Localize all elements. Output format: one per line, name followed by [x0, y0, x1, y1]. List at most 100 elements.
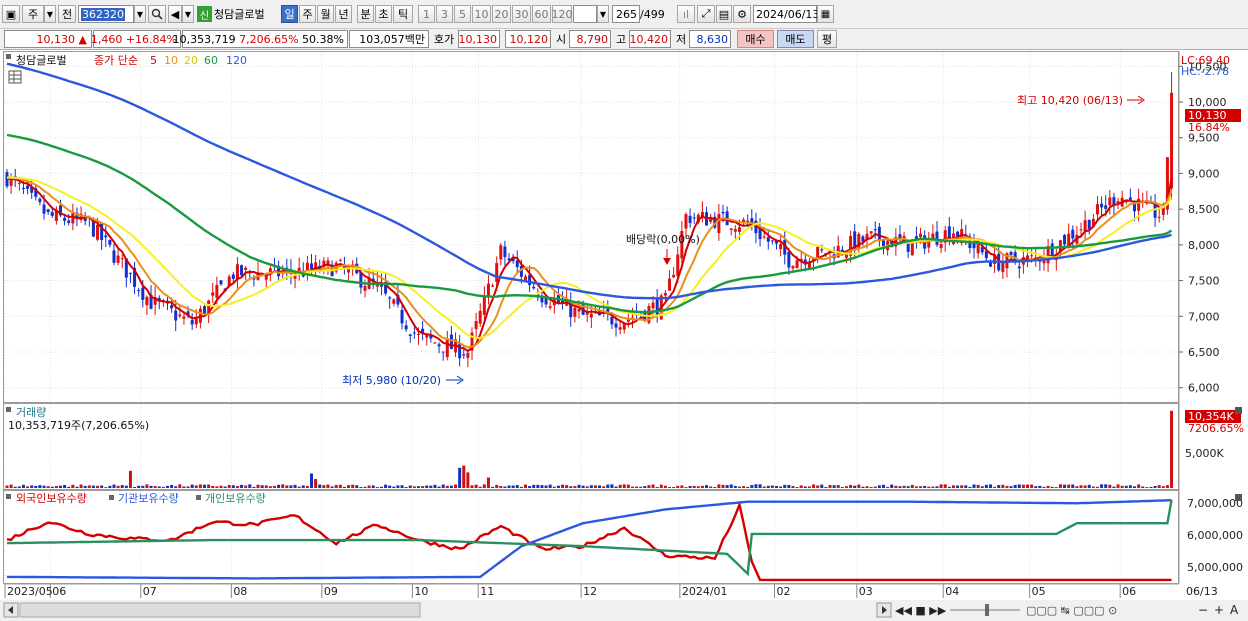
candle-body: [1108, 197, 1112, 206]
min-3[interactable]: 3: [436, 5, 453, 23]
tool-icons[interactable]: ▢▢▢ ↹ ▢▢▢ ⊙: [1026, 604, 1117, 617]
min-120[interactable]: 120: [552, 5, 573, 23]
candle-body: [437, 344, 441, 347]
volume-bar: [1026, 484, 1030, 488]
legend-ma-10: 10: [164, 54, 178, 67]
volume-bar: [894, 485, 898, 488]
high-annotation: 최고 10,420 (06/13): [1017, 94, 1123, 107]
volume-bar: [561, 484, 565, 488]
date-input[interactable]: 2024/06/13: [753, 5, 819, 23]
open-label: 시: [555, 33, 567, 46]
volume-bar: [1141, 486, 1145, 488]
font-size-icon[interactable]: A: [1230, 603, 1239, 617]
volume-bar: [799, 485, 803, 488]
bid-label: 호가: [433, 33, 455, 46]
volume-bar: [602, 486, 606, 488]
holding-tick-7m: 7,000,000: [1187, 497, 1243, 510]
volume-bar: [643, 486, 647, 488]
panel-close-icon[interactable]: [1235, 407, 1242, 414]
custom-period-input[interactable]: [573, 5, 597, 23]
code-dropdown-icon[interactable]: ▼: [134, 5, 146, 23]
date-label: 11: [480, 585, 494, 598]
volume-bar: [548, 484, 552, 488]
period-minute[interactable]: 분: [357, 5, 374, 23]
volume-bar: [1079, 485, 1083, 488]
buy-button[interactable]: 매수: [737, 30, 774, 48]
tab-dropdown-icon[interactable]: ▼: [44, 5, 56, 23]
date-label: 04: [945, 585, 959, 598]
candle-body: [688, 215, 692, 224]
volume-bar: [593, 485, 597, 488]
bid-1[interactable]: 10,130: [458, 30, 500, 48]
period-tick[interactable]: 틱: [393, 5, 413, 23]
candle-body: [503, 246, 507, 258]
min-60[interactable]: 60: [532, 5, 551, 23]
calendar-icon[interactable]: ▦: [817, 5, 834, 23]
volume-bar: [1100, 484, 1104, 488]
volume-bar: [429, 485, 433, 488]
min-20[interactable]: 20: [492, 5, 511, 23]
playback-controls-icon[interactable]: ◀◀ ■ ▶▶: [895, 604, 947, 617]
zoom-in-icon[interactable]: +: [1214, 603, 1224, 617]
count-input[interactable]: 265: [612, 5, 640, 23]
candle-body: [737, 227, 741, 232]
candle-icon[interactable]: ıl: [677, 5, 695, 23]
volume-bar: [252, 486, 256, 488]
candle-body: [231, 274, 235, 279]
scroll-thumb[interactable]: [19, 602, 421, 618]
min-30[interactable]: 30: [512, 5, 531, 23]
custom-period-dropdown-icon[interactable]: ▼: [597, 5, 609, 23]
volume-bar: [149, 485, 153, 488]
volume-bar: [1083, 485, 1087, 488]
speaker-dropdown-icon[interactable]: ▼: [182, 5, 194, 23]
candle-body: [577, 309, 581, 312]
volume-bar: [729, 484, 733, 488]
legend-stock-name: 청담글로벌: [16, 54, 67, 67]
candle-body: [486, 283, 490, 296]
volume-bar: [1149, 486, 1153, 488]
panel-close-icon-2[interactable]: [1235, 494, 1242, 501]
volume-bar: [91, 485, 95, 488]
window-menu-icon[interactable]: ▣: [2, 5, 20, 23]
min-1[interactable]: 1: [418, 5, 435, 23]
volume-bar: [1001, 484, 1005, 488]
period-day[interactable]: 일: [281, 5, 298, 23]
save-icon[interactable]: ▤: [716, 5, 732, 23]
candle-body: [491, 285, 495, 287]
volume-bar: [133, 486, 137, 488]
chart-area[interactable]: 10,500 10,000 9,500 9,000 8,500 8,000 7,500 7,0…: [0, 50, 1248, 621]
candle-body: [1095, 204, 1099, 215]
volume-bar: [1137, 484, 1141, 488]
period-year[interactable]: 년: [335, 5, 352, 23]
volume-bar: [783, 484, 787, 488]
code-input[interactable]: 362320: [78, 5, 134, 23]
up-arrow-icon: ▲: [78, 32, 87, 46]
period-second[interactable]: 초: [375, 5, 392, 23]
speaker-icon[interactable]: ◀: [168, 5, 182, 23]
volume-bar: [347, 485, 351, 488]
period-month[interactable]: 월: [317, 5, 334, 23]
volume-bar: [947, 486, 951, 488]
volume-bar: [1054, 487, 1058, 488]
volume-bar: [886, 486, 890, 488]
volume-bar: [1091, 486, 1095, 488]
min-10[interactable]: 10: [472, 5, 491, 23]
min-5[interactable]: 5: [454, 5, 471, 23]
volume-bar: [840, 487, 844, 488]
candle-body: [910, 241, 914, 256]
draw-line-icon[interactable]: ⤢: [697, 5, 715, 23]
tab-main[interactable]: 주: [22, 5, 44, 23]
table-toggle-icon[interactable]: [8, 70, 22, 84]
zoom-out-icon[interactable]: −: [1198, 603, 1208, 617]
sell-button[interactable]: 매도: [777, 30, 814, 48]
candle-body: [178, 314, 182, 317]
avg-button[interactable]: 평: [817, 30, 837, 48]
period-week[interactable]: 주: [299, 5, 316, 23]
bid-2[interactable]: 10,120: [505, 30, 551, 48]
gear-icon[interactable]: ⚙: [733, 5, 751, 23]
volume-bar: [433, 484, 437, 488]
volume-bar: [820, 484, 824, 488]
volume-bar: [116, 485, 120, 488]
search-icon[interactable]: [148, 5, 166, 23]
tab-prev[interactable]: 전: [58, 5, 76, 23]
